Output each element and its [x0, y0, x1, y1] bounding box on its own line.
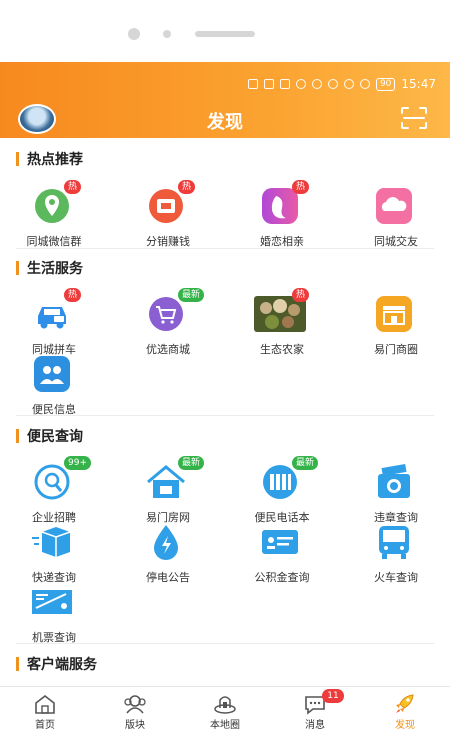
- grid-item-dating[interactable]: 热 婚恋相亲: [240, 180, 324, 250]
- app-header: 90 15:47 发现: [0, 62, 450, 138]
- sensor-dot: [163, 30, 171, 38]
- tab-label: 消息: [305, 720, 325, 731]
- status-time: 15:47: [401, 77, 436, 91]
- tab-local-circle[interactable]: 本地圈: [180, 691, 270, 731]
- grid-item-housing[interactable]: 最新 易门房网: [126, 456, 210, 526]
- hot-badge: 热: [178, 180, 196, 194]
- rocket-icon: [396, 694, 414, 713]
- notification-icon: [327, 79, 338, 89]
- tab-label: 本地圈: [210, 720, 240, 731]
- bus-icon: [368, 522, 420, 562]
- tab-label: 发现: [395, 720, 415, 731]
- package-icon: [26, 522, 78, 562]
- item-label: 分销赚钱: [146, 235, 190, 248]
- home-icon: [35, 694, 55, 714]
- section-title: 客户端服务: [27, 657, 97, 673]
- shop-icon: [368, 294, 420, 334]
- item-label: 火车查询: [374, 571, 418, 584]
- section-header-life: 生活服务: [16, 258, 83, 278]
- item-label: 同城交友: [374, 235, 418, 248]
- grid-item-distribution[interactable]: 热 分销赚钱: [126, 180, 210, 250]
- grid-item-mall[interactable]: 最新 优选商城: [126, 288, 210, 358]
- signal-icon: [263, 79, 274, 89]
- item-label: 停电公告: [146, 571, 190, 584]
- grid-item-farm[interactable]: 热 生态农家: [240, 288, 324, 358]
- divider: [16, 643, 434, 644]
- section-title: 热点推荐: [27, 152, 83, 168]
- location-icon: [359, 79, 370, 89]
- section-accent-bar: [16, 152, 19, 166]
- tab-home[interactable]: 首页: [0, 691, 90, 731]
- id-card-icon: [254, 522, 306, 562]
- new-badge: 最新: [292, 456, 319, 470]
- tab-label: 首页: [35, 720, 55, 731]
- camera-icon: [368, 462, 420, 502]
- new-badge: 99+: [64, 456, 91, 470]
- grid-item-flight[interactable]: 机票查询: [12, 582, 96, 646]
- item-label: 生态农家: [260, 343, 304, 356]
- grid-item-express[interactable]: 快递查询: [12, 522, 96, 586]
- hot-badge: 热: [64, 288, 82, 302]
- grid-item-housing-fund[interactable]: 公积金查询: [240, 522, 324, 586]
- section-accent-bar: [16, 429, 19, 443]
- section-title: 生活服务: [27, 261, 83, 277]
- hot-badge: 热: [64, 180, 82, 194]
- grid-item-train[interactable]: 火车查询: [354, 522, 438, 586]
- item-label: 同城微信群: [26, 235, 82, 248]
- message-count-badge: 11: [322, 689, 344, 703]
- new-badge: 最新: [178, 288, 205, 302]
- scan-icon[interactable]: [400, 106, 428, 130]
- item-label: 公积金查询: [254, 571, 310, 584]
- battery-level: 90: [375, 77, 396, 91]
- section-header-client: 客户端服务: [16, 654, 97, 674]
- grid-item-carpool[interactable]: 热 同城拼车: [12, 288, 96, 358]
- ticket-icon: [26, 582, 78, 622]
- grid-item-business[interactable]: 易门商圈: [354, 294, 438, 358]
- device-top-frame: [0, 0, 450, 62]
- section-header-query: 便民查询: [16, 426, 83, 446]
- cloud-icon: [368, 186, 420, 226]
- hd-icon: [247, 79, 258, 89]
- new-badge: 最新: [178, 456, 205, 470]
- page-title: 发现: [207, 112, 243, 133]
- hot-badge: 热: [292, 288, 310, 302]
- tab-messages[interactable]: 11 消息: [270, 689, 360, 731]
- lightning-icon: [140, 522, 192, 562]
- status-bar: 90 15:47: [247, 76, 436, 92]
- tab-label: 版块: [125, 720, 145, 731]
- wifi-icon: [295, 79, 306, 89]
- local-circle-icon: [214, 696, 236, 714]
- camera-dot: [128, 28, 140, 40]
- hot-badge: 热: [292, 180, 310, 194]
- grid-item-info[interactable]: 便民信息: [12, 354, 96, 418]
- blocks-icon: [124, 695, 146, 714]
- section-title: 便民查询: [27, 429, 83, 445]
- alarm-icon: [343, 79, 354, 89]
- chat-icon: [311, 79, 322, 89]
- people-icon: [26, 354, 78, 394]
- tab-blocks[interactable]: 版块: [90, 691, 180, 731]
- grid-item-wechat-group[interactable]: 热 同城微信群: [12, 180, 96, 250]
- divider: [16, 415, 434, 416]
- item-label: 优选商城: [146, 343, 190, 356]
- section-accent-bar: [16, 657, 19, 671]
- signal-icon-2: [279, 79, 290, 89]
- item-label: 婚恋相亲: [260, 235, 304, 248]
- grid-item-violation[interactable]: 违章查询: [354, 462, 438, 526]
- speaker-grille: [195, 31, 255, 37]
- grid-item-jobs[interactable]: 99+ 企业招聘: [12, 456, 96, 526]
- item-label: 易门商圈: [374, 343, 418, 356]
- section-header-hot: 热点推荐: [16, 149, 83, 169]
- bottom-tab-bar: 首页 版块 本地圈 11 消息 发现: [0, 686, 450, 750]
- grid-item-friends[interactable]: 同城交友: [354, 186, 438, 250]
- divider: [16, 248, 434, 249]
- grid-item-phonebook[interactable]: 最新 便民电话本: [240, 456, 324, 526]
- grid-item-power-outage[interactable]: 停电公告: [126, 522, 210, 586]
- tab-discover[interactable]: 发现: [360, 691, 450, 731]
- section-accent-bar: [16, 261, 19, 275]
